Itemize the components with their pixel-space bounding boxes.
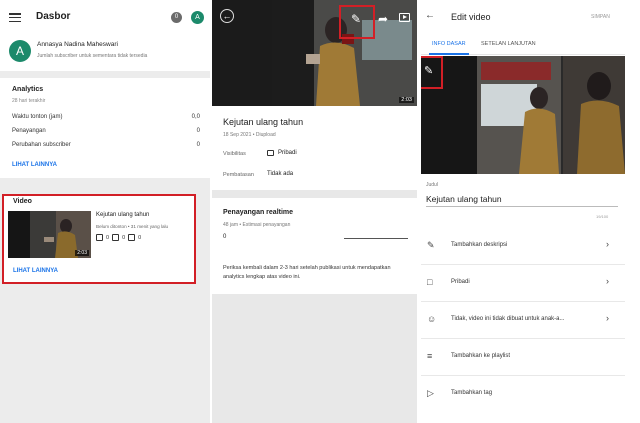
analytics-see-more-link[interactable]: LIHAT LAINNYA xyxy=(12,162,57,168)
analytics-title: Analytics xyxy=(12,86,44,93)
row-add-tags[interactable]: ▷ Tambahkan tag xyxy=(421,376,625,413)
back-arrow-icon[interactable]: ← xyxy=(425,10,435,21)
video-stats: 0 0 0 xyxy=(96,234,141,241)
notification-icon[interactable]: 0 xyxy=(171,12,182,23)
title-field-underline xyxy=(426,206,618,207)
row-visibility[interactable]: □ Pribadi › xyxy=(421,265,625,302)
row-label: Tambahkan tag xyxy=(451,390,493,396)
row-label: Tidak, video ini tidak dibuat untuk anak… xyxy=(451,316,565,322)
edit-video-panel: ← Edit video SIMPAN INFO DASAR SETELAN L… xyxy=(421,0,625,423)
channel-avatar: A xyxy=(9,40,31,62)
video-see-more-link[interactable]: LIHAT LAINNYA xyxy=(13,268,58,274)
analytics-row-subscribers: Perubahan subscriber 0 xyxy=(12,142,200,148)
video-section-title: Video xyxy=(13,198,32,205)
tag-icon: ▷ xyxy=(427,388,434,398)
account-avatar[interactable]: A xyxy=(191,11,204,24)
pencil-icon[interactable]: ✎ xyxy=(424,64,433,77)
visibility-text: Pribadi xyxy=(278,150,297,156)
analytics-row-watch-time: Waktu tonton (jam) 0,0 xyxy=(12,114,200,120)
lock-icon: □ xyxy=(427,277,433,287)
edit-top-bar: ← Edit video SIMPAN xyxy=(421,0,625,35)
video-thumbnail[interactable]: 2:03 xyxy=(8,211,91,258)
channel-card: A Annasya Nadina Maheswari Jumlah subscr… xyxy=(0,31,210,71)
tab-basic-info[interactable]: INFO DASAR xyxy=(432,41,466,47)
tab-advanced-settings[interactable]: SETELAN LANJUTAN xyxy=(481,41,536,47)
analytics-row-label: Perubahan subscriber xyxy=(12,142,71,148)
back-arrow-icon[interactable]: ← xyxy=(220,9,234,23)
save-button[interactable]: SIMPAN xyxy=(591,14,610,20)
edit-tabs: INFO DASAR SETELAN LANJUTAN xyxy=(421,35,625,55)
realtime-value: 0 xyxy=(223,234,227,240)
lock-icon xyxy=(267,150,274,156)
like-count: 0 xyxy=(106,234,110,241)
page-title: Dasbor xyxy=(36,11,71,22)
play-icon[interactable] xyxy=(399,13,410,22)
realtime-title: Penayangan realtime xyxy=(223,209,294,216)
menu-icon[interactable] xyxy=(9,13,21,23)
video-duration: 2:03 xyxy=(399,97,414,103)
video-upload-meta: 18 Sep 2021 • Diupload xyxy=(223,132,276,138)
analytics-row-value: 0,0 xyxy=(191,114,200,120)
analytics-row-views: Penayangan 0 xyxy=(12,128,200,134)
row-label: Tambahkan ke playlist xyxy=(451,353,511,359)
child-icon: ☺ xyxy=(427,314,437,324)
realtime-subtitle: 48 jam • Estimasi penayangan xyxy=(223,222,291,228)
analytics-row-value: 0 xyxy=(196,128,200,134)
dashboard-panel: Dasbor 0 A A Annasya Nadina Maheswari Ju… xyxy=(0,0,210,423)
visibility-value[interactable]: Pribadi xyxy=(267,150,297,156)
dislike-icon xyxy=(112,234,120,241)
page-title: Edit video xyxy=(451,12,491,22)
restriction-value: Tidak ada xyxy=(267,171,294,177)
dashboard-top-bar: Dasbor 0 A xyxy=(0,0,210,31)
video-meta: Belum ditonton • 31 menit yang lalu xyxy=(96,224,169,229)
realtime-views-card: Penayangan realtime 48 jam • Estimasi pe… xyxy=(212,198,417,294)
analytics-card: Analytics 28 hari terakhir Waktu tonton … xyxy=(0,78,210,178)
pencil-icon[interactable]: ✎ xyxy=(351,12,361,26)
analytics-period: 28 hari terakhir xyxy=(12,98,46,104)
restriction-label: Pembatasan xyxy=(223,172,254,178)
video-preview-image xyxy=(421,56,625,174)
video-detail-panel: ← ✎ ➦ 2:03 Kejutan ulang tahun 18 Sep 20… xyxy=(212,0,417,423)
share-icon[interactable]: ➦ xyxy=(378,12,388,26)
row-add-to-playlist[interactable]: ≡ Tambahkan ke playlist xyxy=(421,339,625,376)
row-label: Pribadi xyxy=(451,279,470,285)
video-card[interactable]: Video 2:03 Kejutan ulang tahun Belum dit… xyxy=(2,194,196,284)
video-title: Kejutan ulang tahun xyxy=(223,117,304,127)
channel-subscriber-note: Jumlah subscriber untuk sementara tidak … xyxy=(37,53,148,59)
analytics-row-label: Waktu tonton (jam) xyxy=(12,114,63,120)
analytics-row-value: 0 xyxy=(196,142,200,148)
chevron-right-icon: › xyxy=(606,276,609,286)
row-audience[interactable]: ☺ Tidak, video ini tidak dibuat untuk an… xyxy=(421,302,625,339)
title-field-label: Judul xyxy=(426,182,438,188)
title-field[interactable]: Kejutan ulang tahun xyxy=(426,194,502,204)
video-info-card: Kejutan ulang tahun 18 Sep 2021 • Diuplo… xyxy=(212,106,417,190)
like-icon xyxy=(96,234,103,241)
analytics-row-label: Penayangan xyxy=(12,128,46,134)
pencil-icon: ✎ xyxy=(427,240,435,250)
comment-icon xyxy=(128,234,136,241)
visibility-label: Visibilitas xyxy=(223,151,246,157)
playlist-add-icon: ≡ xyxy=(427,351,433,361)
video-duration: 2:03 xyxy=(75,250,89,256)
title-char-count: 19/100 xyxy=(596,214,609,219)
video-preview[interactable]: ✎ xyxy=(421,56,625,174)
chevron-right-icon: › xyxy=(606,239,609,249)
row-add-description[interactable]: ✎ Tambahkan deskripsi › xyxy=(421,228,625,265)
active-tab-indicator xyxy=(429,53,469,55)
realtime-chart-line xyxy=(344,238,408,239)
video-player[interactable]: ← ✎ ➦ 2:03 xyxy=(212,0,417,106)
channel-name: Annasya Nadina Maheswari xyxy=(37,41,118,48)
comment-count: 0 xyxy=(138,234,142,241)
realtime-note: Periksa kembali dalam 2-3 hari setelah p… xyxy=(223,265,391,280)
row-label: Tambahkan deskripsi xyxy=(451,242,508,248)
chevron-right-icon: › xyxy=(606,313,609,323)
video-name[interactable]: Kejutan ulang tahun xyxy=(96,212,149,218)
dislike-count: 0 xyxy=(122,234,126,241)
